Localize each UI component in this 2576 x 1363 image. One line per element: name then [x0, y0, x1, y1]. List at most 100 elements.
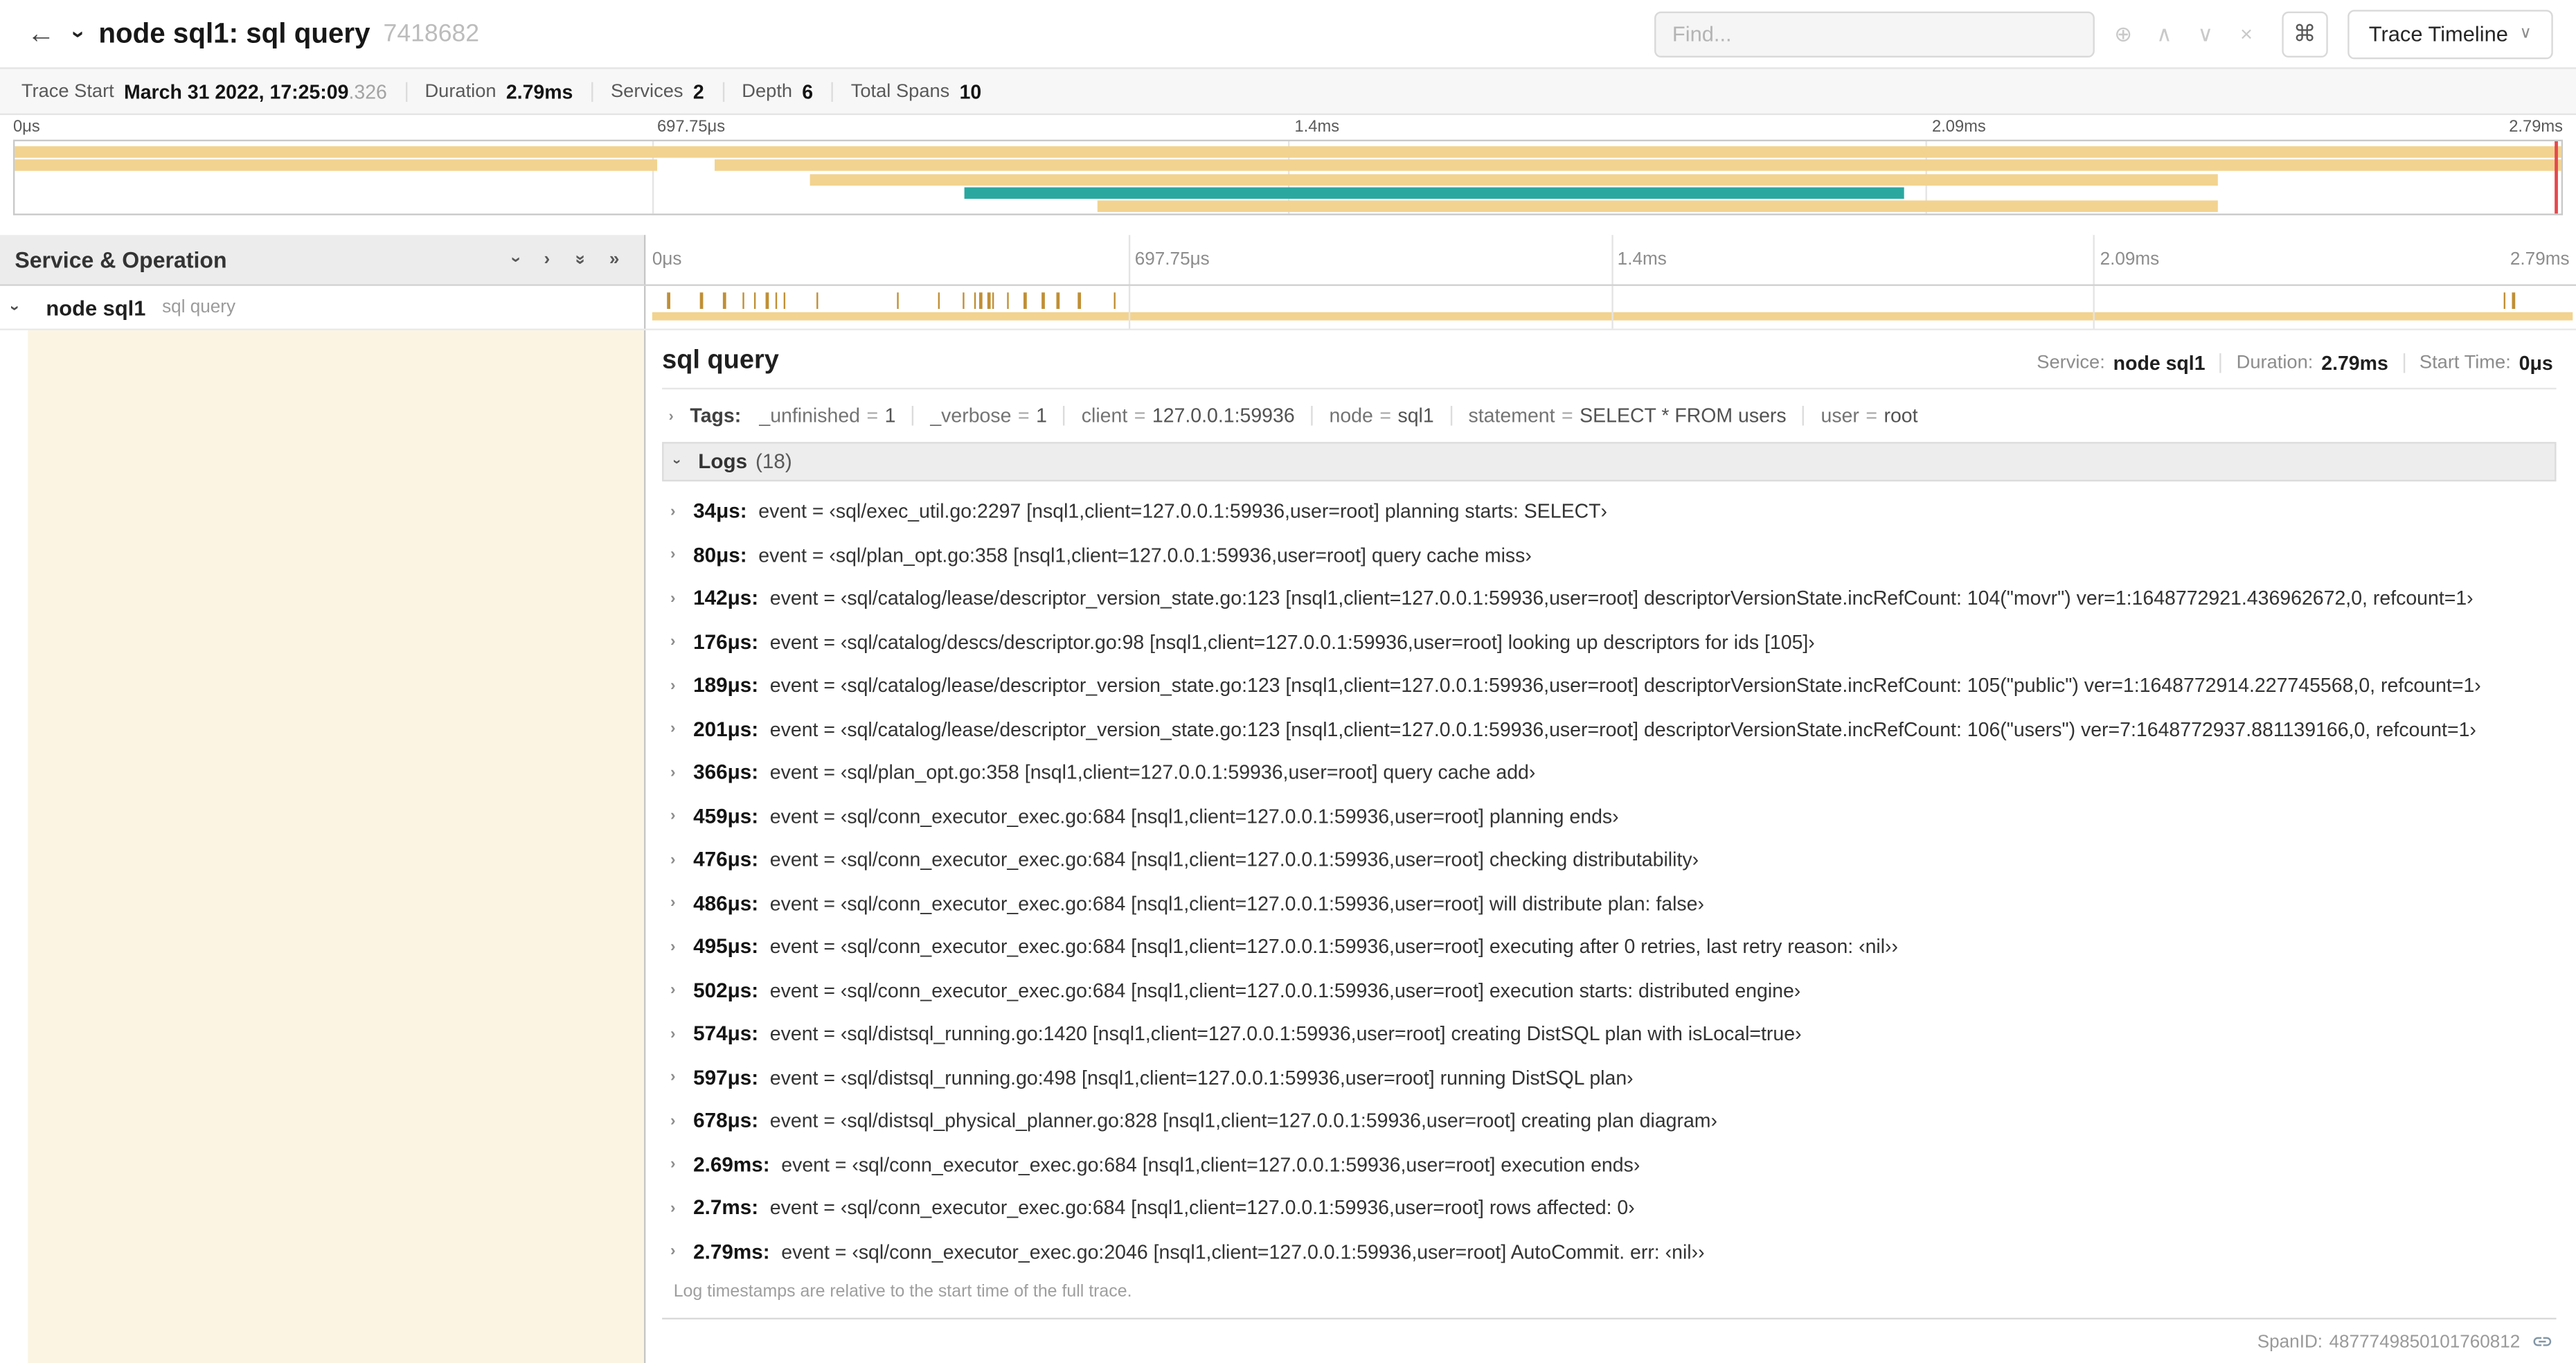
chevron-down-icon: › [669, 459, 686, 465]
span-id-value: 4877749850101760812 [2329, 1331, 2521, 1352]
log-entry[interactable]: › 574μs: event = ‹sql/distsql_running.go:1… [670, 1012, 2557, 1055]
chevron-down-icon: › [65, 30, 92, 38]
previous-match-icon[interactable]: ∧ [2144, 12, 2185, 55]
chevron-right-icon: › [670, 676, 676, 695]
chevron-right-icon: › [670, 720, 676, 738]
chevron-right-icon: › [670, 938, 676, 956]
log-entry[interactable]: › 201μs: event = ‹sql/catalog/lease/descri… [670, 707, 2557, 751]
summary-separator [404, 81, 407, 101]
log-entry[interactable]: › 142μs: event = ‹sql/catalog/lease/descri… [670, 577, 2557, 621]
timeline-tick-label: 2.79ms [2510, 249, 2570, 270]
log-message: event = ‹sql/catalog/lease/descriptor_ve… [769, 674, 2481, 697]
log-timestamp: 80μs: [693, 543, 747, 567]
expand-all-icon[interactable]: » [609, 250, 620, 269]
chevron-right-icon: › [670, 763, 676, 782]
log-message: event = ‹sql/conn_executor_exec.go:684 [… [769, 804, 1619, 828]
log-entry[interactable]: › 80μs: event = ‹sql/plan_opt.go:358 [nsql… [670, 533, 2557, 577]
span-name-column[interactable]: › node sql1 sql query [0, 285, 646, 329]
chevron-right-icon: › [670, 1068, 676, 1087]
log-message: event = ‹sql/conn_executor_exec.go:684 [… [769, 979, 1801, 1002]
tags-row[interactable]: › Tags: _unfinished = 1 _verbose = 1 client = 12… [662, 393, 2556, 437]
tag-value: sql1 [1397, 403, 1434, 427]
span-id-row: SpanID: 4877749850101760812 [662, 1319, 2556, 1352]
log-marker-tick [1057, 292, 1060, 310]
minimap-canvas[interactable] [12, 139, 2564, 215]
focus-matches-icon[interactable]: ⊕ [2102, 12, 2143, 55]
keyboard-shortcuts-button[interactable]: ⌘ [2282, 10, 2328, 57]
minimap-span-bar [15, 159, 657, 172]
summary-label: Services [610, 81, 683, 101]
span-color-accent [28, 330, 644, 1363]
collapse-all-icon[interactable]: » [570, 255, 589, 265]
trace-minimap: 0μs 697.75μs 1.4ms 2.09ms 2.79ms [0, 115, 2576, 215]
log-timestamp: 2.79ms: [693, 1240, 770, 1263]
span-detail-panel: sql query Service: node sql1 Duration: 2.79… [645, 330, 2576, 1363]
expand-one-icon[interactable]: › [544, 250, 550, 269]
log-marker-tick [753, 292, 757, 310]
tag-equals: = [1379, 403, 1391, 427]
link-icon[interactable] [2532, 1331, 2553, 1353]
tag-separator [1063, 404, 1066, 425]
trace-view-dropdown[interactable]: Trace Timeline ∨ [2347, 9, 2553, 59]
find-input[interactable] [1654, 10, 2095, 57]
log-entry[interactable]: › 476μs: event = ‹sql/conn_executor_exec.g… [670, 838, 2557, 882]
log-entry[interactable]: › 678μs: event = ‹sql/distsql_physical_pla… [670, 1099, 2557, 1143]
timeline-tick-label: 2.09ms [2100, 249, 2160, 270]
tag-equals: = [1866, 403, 1878, 427]
tag-value: SELECT * FROM users [1580, 403, 1787, 427]
log-entry[interactable]: › 597μs: event = ‹sql/distsql_running.go:4… [670, 1055, 2557, 1099]
chevron-right-icon: › [670, 1155, 676, 1174]
log-entry[interactable]: › 2.7ms: event = ‹sql/conn_executor_exec.g… [670, 1186, 2557, 1230]
clear-search-icon[interactable]: × [2226, 12, 2266, 55]
back-button[interactable]: ← [19, 17, 62, 50]
span-bar-column[interactable] [645, 285, 2576, 329]
next-match-icon[interactable]: ∨ [2185, 12, 2226, 55]
command-icon: ⌘ [2293, 19, 2316, 46]
log-entry[interactable]: › 176μs: event = ‹sql/catalog/descs/descri… [670, 621, 2557, 664]
trace-summary-bar: Trace Start March 31 2022, 17:25:09.326 Du… [0, 67, 2576, 116]
log-message: event = ‹sql/distsql_running.go:498 [nsq… [769, 1066, 1634, 1089]
span-id-label: SpanID: [2257, 1331, 2323, 1352]
log-timestamp: 495μs: [693, 935, 759, 959]
meta-label: Service: [2037, 353, 2105, 373]
log-message: event = ‹sql/catalog/descs/descriptor.go… [769, 630, 1815, 654]
log-message: event = ‹sql/exec_util.go:2297 [nsql1,cl… [758, 499, 1608, 524]
logs-header[interactable]: › Logs (18) [662, 442, 2557, 482]
log-entry[interactable]: › 459μs: event = ‹sql/conn_executor_exec.g… [670, 794, 2557, 838]
collapse-one-icon[interactable]: › [506, 256, 526, 262]
summary-label: Depth [742, 81, 793, 101]
timeline-ruler: 0μs 697.75μs 1.4ms 2.09ms 2.79ms [645, 235, 2576, 285]
view-range-end-marker[interactable] [2555, 141, 2558, 214]
page-header: ← › node sql1: sql query 7418682 ⊕∧∨× ⌘ … [0, 0, 2576, 68]
tag-value: 1 [884, 403, 896, 427]
log-entry[interactable]: › 495μs: event = ‹sql/conn_executor_exec.g… [670, 925, 2557, 969]
collapse-children-button[interactable]: › [6, 299, 38, 317]
log-marker-tick [1041, 292, 1044, 310]
log-entry[interactable]: › 189μs: event = ‹sql/catalog/lease/descri… [670, 663, 2557, 707]
logs-label: Logs [698, 450, 748, 474]
log-timestamp: 486μs: [693, 891, 759, 915]
log-entry[interactable]: › 2.79ms: event = ‹sql/conn_executor_exec.… [670, 1230, 2557, 1274]
meta-separator [2219, 353, 2222, 373]
tag-value: 127.0.0.1:59936 [1152, 403, 1295, 427]
span-service-name: node sql1 [46, 294, 146, 320]
span-row[interactable]: › node sql1 sql query [0, 285, 2576, 330]
log-timestamp: 366μs: [693, 761, 759, 785]
log-message: event = ‹sql/distsql_physical_planner.go… [769, 1109, 1718, 1133]
log-timestamp: 574μs: [693, 1022, 759, 1046]
log-timestamp: 678μs: [693, 1109, 759, 1133]
collapse-trace-header-button[interactable]: › [62, 21, 95, 47]
log-entry[interactable]: › 486μs: event = ‹sql/conn_executor_exec.g… [670, 882, 2557, 925]
tag-key: _unfinished [759, 403, 861, 427]
chevron-right-icon: › [670, 894, 676, 913]
log-marker-tick [2512, 292, 2515, 310]
log-timestamp: 189μs: [693, 674, 759, 697]
logs-footnote: Log timestamps are relative to the start… [662, 1276, 2557, 1320]
log-message: event = ‹sql/conn_executor_exec.go:684 [… [781, 1152, 1640, 1177]
log-marker-tick [2503, 292, 2506, 310]
log-entry[interactable]: › 502μs: event = ‹sql/conn_executor_exec.g… [670, 969, 2557, 1013]
log-entry[interactable]: › 2.69ms: event = ‹sql/conn_executor_exec.… [670, 1143, 2557, 1186]
span-detail-title: sql query [662, 346, 779, 375]
log-entry[interactable]: › 366μs: event = ‹sql/plan_opt.go:358 [nsq… [670, 751, 2557, 794]
log-entry[interactable]: › 34μs: event = ‹sql/exec_util.go:2297 [ns… [670, 490, 2557, 533]
